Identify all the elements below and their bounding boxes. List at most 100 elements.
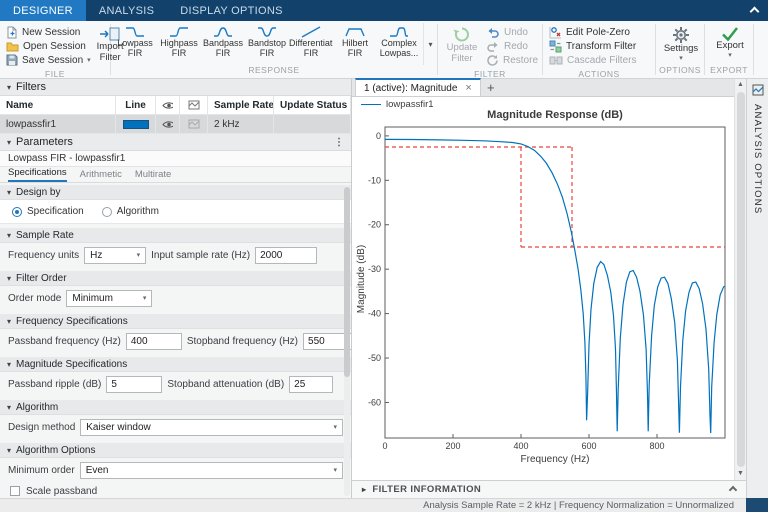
collapse-triangle-icon: ▾ [7,137,12,147]
response-lowpass-fir-button[interactable]: Lowpass FIR [113,23,157,65]
tab-arithmetic[interactable]: Arithmetic [80,169,122,182]
parameters-scrollbar[interactable] [344,185,350,496]
cascade-filters-button[interactable]: Cascade Filters [549,53,636,67]
sample-rate-row: Frequency units Hz ▾ Input sample rate (H… [0,243,351,267]
section-algorithm-options[interactable]: ▾ Algorithm Options [0,443,351,458]
response-complex-lowpass-button[interactable]: Complex Lowpas... [377,23,421,65]
passband-frequency-field[interactable] [125,332,182,350]
scale-passband-checkbox[interactable] [10,486,20,496]
gallery-expand-button[interactable]: ▾ [423,23,437,65]
section-algorithm[interactable]: ▾ Algorithm [0,400,351,415]
section-sample-rate[interactable]: ▾ Sample Rate [0,228,351,243]
tab-display-options[interactable]: DISPLAY OPTIONS [167,0,296,21]
panel-menu-icon[interactable]: ⋮ [334,137,344,148]
filters-panel-header[interactable]: ▾ Filters [0,79,351,96]
differentiator-response-icon [301,26,321,38]
specification-radio-label: Specification [27,206,84,217]
document-scrollbar[interactable]: ▲ ▼ [734,79,746,480]
eye-icon [162,101,173,109]
response-bandstop-fir-button[interactable]: Bandstop FIR [245,23,289,65]
parameters-panel-header[interactable]: ▾ Parameters ⋮ [0,134,351,151]
settings-button[interactable]: Settings ▾ [662,24,700,65]
export-button[interactable]: Export ▾ [711,24,749,65]
section-filter-order[interactable]: ▾ Filter Order [0,271,351,286]
tab-designer[interactable]: DESIGNER [0,0,86,21]
folder-icon [6,42,19,51]
passband-frequency-label: Passband frequency (Hz) [8,335,121,347]
scrollbar-thumb[interactable] [344,187,350,377]
save-session-dropdown-icon[interactable]: ▾ [87,57,91,64]
filter-mask-cell[interactable] [180,115,208,134]
magnitude-document-tab[interactable]: 1 (active): Magnitude × [355,78,481,96]
design-method-select[interactable]: Kaiser window ▾ [80,418,343,436]
update-filter-button[interactable]: Update Filter [444,24,480,69]
analysis-options-icon [752,84,763,96]
column-line[interactable]: Line [116,96,156,115]
stopband-attenuation-field[interactable] [289,375,334,393]
column-sample-rate[interactable]: Sample Rate [208,96,274,115]
response-hilbert-fir-button[interactable]: Hilbert FIR [333,23,377,65]
svg-text:-20: -20 [368,220,381,230]
filter-visibility-cell[interactable] [156,115,180,134]
tab-analysis[interactable]: ANALYSIS [86,0,167,21]
analysis-options-strip[interactable]: ANALYSIS OPTIONS [746,79,768,498]
edit-pole-zero-button[interactable]: Edit Pole-Zero [549,25,636,39]
response-differentiator-fir-button[interactable]: Differentiati FIR [289,23,333,65]
open-session-button[interactable]: Open Session [6,39,91,53]
algorithm-radio-label: Algorithm [116,206,159,217]
design-by-options: Specification Algorithm [0,200,351,224]
restore-button[interactable]: Restore [486,53,538,67]
add-document-button[interactable]: + [481,80,501,95]
scroll-up-icon[interactable]: ▲ [735,79,746,91]
expand-panel-icon[interactable] [728,485,738,494]
column-visibility[interactable] [156,96,180,115]
minimum-order-select[interactable]: Even ▾ [79,461,343,479]
tab-multirate[interactable]: Multirate [135,169,171,182]
order-mode-select[interactable]: Minimum ▾ [66,289,153,307]
scroll-down-icon[interactable]: ▼ [735,468,746,480]
specification-radio[interactable] [12,206,22,217]
mask-icon [188,119,199,129]
section-magnitude-specifications[interactable]: ▾ Magnitude Specifications [0,357,351,372]
filter-line-swatch[interactable] [122,119,149,129]
stopband-attenuation-label: Stopband attenuation (dB) [167,378,285,390]
settings-dropdown-icon[interactable]: ▾ [679,55,683,62]
filter-information-bar[interactable]: ▸ FILTER INFORMATION [352,480,746,498]
parameters-tabs: Specifications Arithmetic Multirate [0,167,351,183]
redo-button[interactable]: Redo [486,39,538,53]
response-bandpass-fir-button[interactable]: Bandpass FIR [201,23,245,65]
status-text: Analysis Sample Rate = 2 kHz | Frequency… [423,500,734,511]
column-update-status[interactable]: Update Status [274,96,351,115]
close-tab-icon[interactable]: × [465,82,471,94]
section-frequency-specifications[interactable]: ▾ Frequency Specifications [0,314,351,329]
input-sample-rate-field[interactable] [255,246,318,264]
scale-passband-row[interactable]: Scale passband [0,482,351,498]
save-session-button[interactable]: Save Session ▾ [6,53,91,67]
filter-table-row[interactable]: lowpassfir1 2 kHz [0,115,351,134]
filter-line-cell[interactable] [116,115,156,134]
undo-button[interactable]: Undo [486,25,538,39]
new-session-label: New Session [22,26,81,38]
export-dropdown-icon[interactable]: ▾ [728,52,732,59]
frequency-units-select[interactable]: Hz ▾ [84,246,147,264]
transform-filter-button[interactable]: Transform Filter [549,39,636,53]
collapse-ribbon-icon[interactable] [749,6,760,17]
column-mask[interactable] [180,96,208,115]
tab-specifications[interactable]: Specifications [8,167,67,182]
expand-triangle-icon[interactable]: ▸ [362,485,366,494]
column-name[interactable]: Name [0,96,116,115]
bandpass-response-icon [214,27,232,37]
new-session-button[interactable]: New Session [6,25,91,39]
algorithm-radio-option[interactable]: Algorithm [101,206,159,217]
scrollbar-thumb[interactable] [737,92,745,467]
minimum-order-label: Minimum order [8,464,75,476]
passband-ripple-field[interactable] [106,375,163,393]
corner-grip [746,498,768,512]
specification-radio-option[interactable]: Specification [12,206,84,217]
filter-name-cell[interactable]: lowpassfir1 [0,115,116,134]
algorithm-radio[interactable] [101,206,112,217]
response-highpass-fir-button[interactable]: Highpass FIR [157,23,201,65]
svg-text:-60: -60 [368,397,381,407]
svg-text:600: 600 [581,441,596,451]
section-design-by[interactable]: ▾ Design by [0,185,351,200]
